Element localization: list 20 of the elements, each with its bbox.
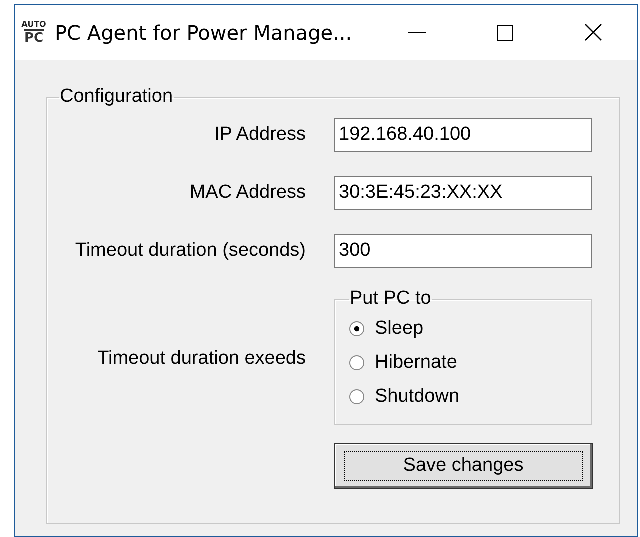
close-icon xyxy=(584,24,602,41)
option-label[interactable]: Shutdown xyxy=(375,386,460,408)
field-label: Timeout duration exeeds xyxy=(96,348,306,370)
window-title: PC Agent for Power Manage... xyxy=(55,20,354,44)
radio-button[interactable] xyxy=(349,389,365,405)
radio-button[interactable] xyxy=(349,355,365,371)
input-field[interactable]: 30:3E:45:23:XX:XX xyxy=(334,176,592,210)
radio-button[interactable] xyxy=(349,321,365,337)
field-label: MAC Address xyxy=(188,182,306,204)
minimize-icon xyxy=(408,32,426,34)
option-label[interactable]: Sleep xyxy=(375,318,424,340)
field-label: Timeout duration (seconds) xyxy=(74,240,306,262)
option-label[interactable]: Hibernate xyxy=(375,352,458,374)
save-button[interactable]: Save changes xyxy=(334,443,593,489)
group-title: Configuration xyxy=(59,86,174,108)
input-field[interactable]: 192.168.40.100 xyxy=(334,118,592,152)
group-title: Put PC to xyxy=(349,288,432,310)
input-field[interactable]: 300 xyxy=(334,234,592,268)
maximize-icon xyxy=(497,24,513,40)
field-label: IP Address xyxy=(213,124,306,146)
